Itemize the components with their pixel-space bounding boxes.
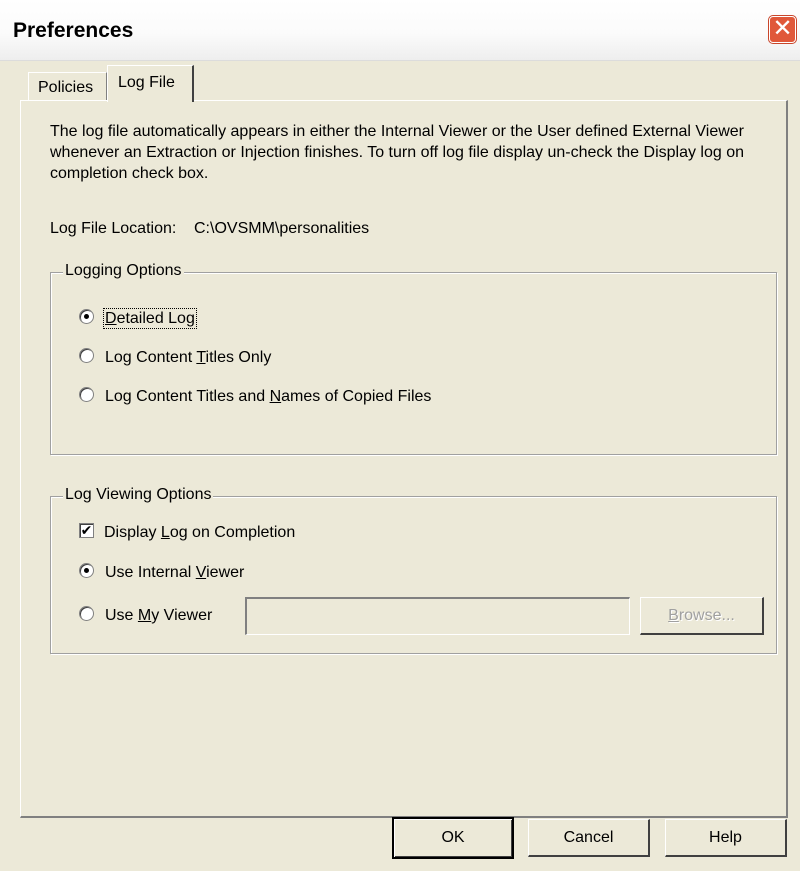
ok-button[interactable]: OK <box>392 817 514 859</box>
log-viewing-options-legend: Log Viewing Options <box>63 486 214 504</box>
help-button[interactable]: Help <box>665 819 787 857</box>
logging-options-legend: Logging Options <box>63 262 184 280</box>
tab-policies-label: Policies <box>38 79 94 96</box>
radio-log-titles-only-label: Log Content Titles Only <box>105 349 272 366</box>
radio-log-titles-only[interactable]: Log Content Titles Only <box>79 348 272 367</box>
radio-use-my-viewer[interactable]: Use My Viewer <box>79 606 213 625</box>
log-location-value: C:\OVSMM\personalities <box>194 220 370 237</box>
browse-button[interactable]: Browse... <box>640 597 764 635</box>
tab-panel <box>20 100 788 818</box>
radio-icon[interactable] <box>79 606 94 622</box>
radio-detailed-log-label: Detailed Log <box>103 308 197 329</box>
close-button[interactable]: ✕ <box>769 16 796 43</box>
radio-icon[interactable] <box>79 387 94 403</box>
checkbox-display-log-label: Display Log on Completion <box>104 524 296 541</box>
preferences-dialog: Preferences ✕ Policies Log File The log … <box>0 0 800 871</box>
radio-log-titles-and-names-label: Log Content Titles and Names of Copied F… <box>105 388 432 405</box>
title-bar[interactable]: Preferences ✕ <box>0 0 800 61</box>
tab-log-file-label: Log File <box>118 74 175 91</box>
tab-log-file[interactable]: Log File <box>107 65 194 102</box>
my-viewer-path-input[interactable] <box>245 597 630 635</box>
radio-log-titles-and-names[interactable]: Log Content Titles and Names of Copied F… <box>79 387 432 406</box>
radio-icon[interactable] <box>79 348 94 364</box>
cancel-button[interactable]: Cancel <box>528 819 650 857</box>
radio-use-internal-viewer[interactable]: Use Internal Viewer <box>79 563 245 582</box>
log-location-label: Log File Location: <box>50 220 177 237</box>
checkbox-checked-icon[interactable]: ✔ <box>79 523 94 539</box>
radio-selected-icon[interactable] <box>79 563 94 579</box>
checkbox-display-log[interactable]: ✔ Display Log on Completion <box>79 523 296 542</box>
description-text: The log file automatically appears in ei… <box>50 123 745 182</box>
radio-detailed-log[interactable]: Detailed Log <box>79 308 197 329</box>
radio-use-my-viewer-label: Use My Viewer <box>105 607 213 624</box>
dialog-title: Preferences <box>13 19 134 42</box>
tab-policies[interactable]: Policies <box>28 72 107 101</box>
close-icon: ✕ <box>772 15 793 42</box>
radio-selected-icon[interactable] <box>79 309 94 325</box>
radio-use-internal-viewer-label: Use Internal Viewer <box>105 564 245 581</box>
